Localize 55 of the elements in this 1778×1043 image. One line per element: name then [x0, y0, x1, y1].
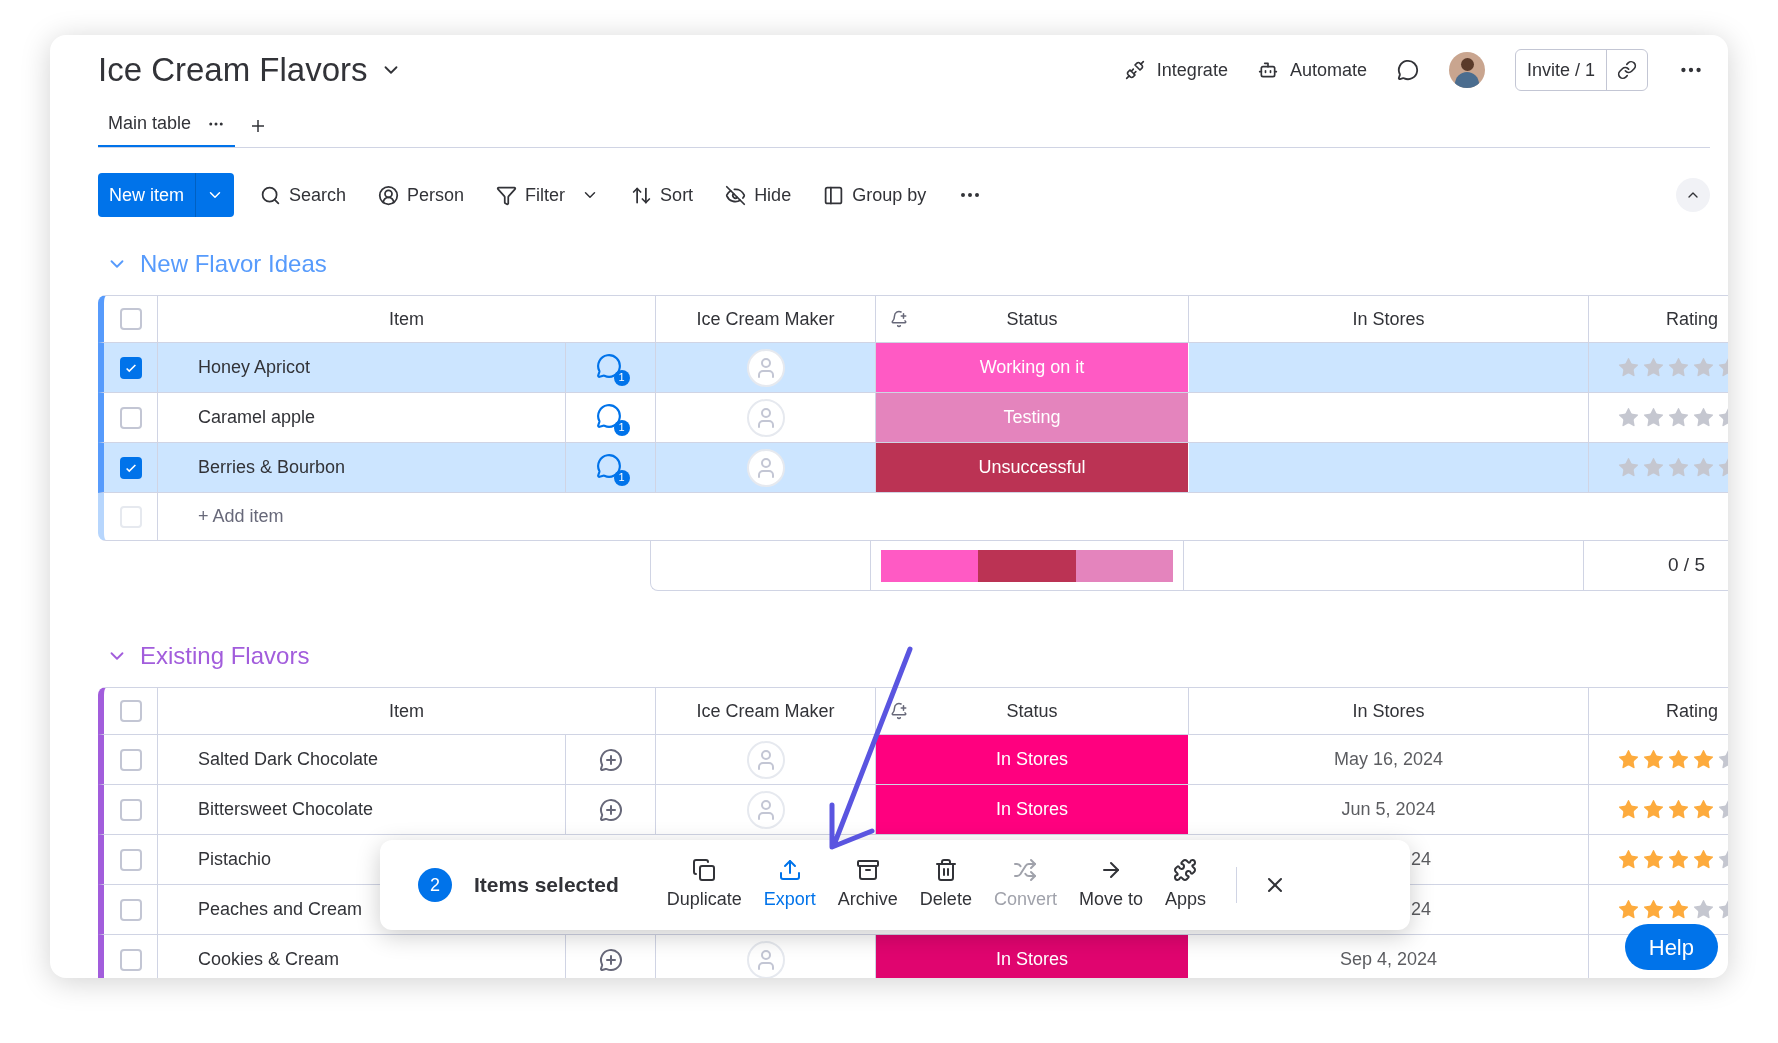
header-action-button[interactable]: Integrate: [1124, 56, 1228, 84]
add-item-link[interactable]: + Add item: [198, 503, 284, 530]
selection-count: 2: [418, 868, 452, 902]
status-cell[interactable]: In Stores: [876, 935, 1189, 978]
selected-row[interactable]: Berries & Bourbon 1 Unsuccessful: [98, 443, 1728, 493]
column-header: Item: [389, 307, 424, 331]
column-header: Item: [389, 699, 424, 723]
item-name[interactable]: Cookies & Cream: [198, 946, 340, 973]
column-header: Ice Cream Maker: [696, 699, 835, 723]
selection-action-button[interactable]: Archive: [837, 857, 898, 913]
column-header: In Stores: [1352, 699, 1425, 723]
date-cell[interactable]: 24: [1411, 846, 1432, 873]
date-cell[interactable]: 24: [1411, 896, 1432, 923]
toolbar-button[interactable]: Filter: [496, 181, 600, 209]
new-item-button[interactable]: New item: [98, 173, 234, 217]
item-name[interactable]: Salted Dark Chocolate: [198, 746, 379, 773]
comment-count: 1: [613, 369, 630, 386]
selection-label: Items selected: [474, 872, 619, 899]
toolbar-button[interactable]: Person: [378, 181, 465, 209]
board-title[interactable]: Ice Cream Flavors: [98, 45, 368, 95]
selected-row[interactable]: Honey Apricot 1 Working on it: [98, 343, 1728, 393]
column-header: Status: [1006, 699, 1058, 723]
selection-action-button[interactable]: Move to: [1078, 857, 1143, 913]
column-header: In Stores: [1352, 307, 1425, 331]
rating-summary: 0 / 5: [1668, 553, 1705, 578]
status-cell[interactable]: Unsuccessful: [876, 443, 1189, 492]
column-header: Ice Cream Maker: [696, 307, 835, 331]
date-cell[interactable]: May 16, 2024: [1333, 746, 1444, 773]
column-header: Rating: [1666, 307, 1718, 331]
comment-count: 1: [613, 419, 630, 436]
toolbar-button[interactable]: Group by: [823, 181, 927, 209]
status-cell[interactable]: In Stores: [876, 735, 1189, 784]
item-name[interactable]: Pistachio: [198, 846, 272, 873]
selection-action-button[interactable]: Apps: [1164, 857, 1206, 913]
header-action-button[interactable]: Automate: [1257, 56, 1367, 84]
status-cell[interactable]: In Stores: [876, 785, 1189, 834]
selection-action-button[interactable]: Delete: [919, 857, 972, 913]
date-cell[interactable]: Jun 5, 2024: [1341, 796, 1436, 823]
date-cell[interactable]: Sep 4, 2024: [1339, 946, 1438, 973]
comment-count: 1: [613, 469, 630, 486]
toolbar-button[interactable]: Search: [260, 181, 347, 209]
item-name[interactable]: Peaches and Cream: [198, 896, 363, 923]
help-button[interactable]: Help: [1624, 924, 1718, 970]
toolbar-button[interactable]: Hide: [725, 181, 792, 209]
group-title[interactable]: Existing Flavors: [140, 638, 310, 674]
item-name[interactable]: Caramel apple: [198, 404, 316, 431]
selection-action-button[interactable]: Export: [763, 857, 816, 913]
tab[interactable]: Main table: [98, 110, 236, 147]
column-header: Rating: [1666, 699, 1718, 723]
item-name[interactable]: Honey Apricot: [198, 354, 311, 381]
item-name[interactable]: Bittersweet Chocolate: [198, 796, 374, 823]
selection-action-button[interactable]: Duplicate: [666, 857, 742, 913]
item-name[interactable]: Berries & Bourbon: [198, 454, 346, 481]
toolbar-button[interactable]: Sort: [631, 181, 694, 209]
column-header: Status: [1006, 307, 1058, 331]
